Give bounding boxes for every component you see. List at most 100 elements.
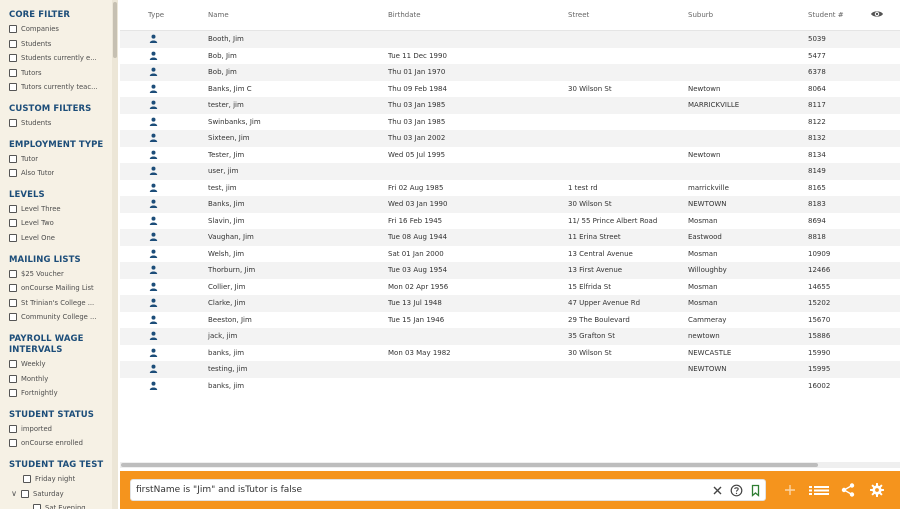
- table-row[interactable]: Tester, Jim Wed 05 Jul 1995 Newtown 8134: [120, 147, 900, 164]
- filter-option[interactable]: Students: [9, 117, 111, 129]
- horizontal-scrollbar[interactable]: [120, 462, 900, 468]
- table-row[interactable]: Banks, Jim C Thu 09 Feb 1984 30 Wilson St N…: [120, 81, 900, 98]
- filter-option[interactable]: St Trinian's College ...: [9, 297, 111, 309]
- name-cell: Thorburn, Jim: [208, 266, 256, 274]
- filter-checkbox[interactable]: [9, 313, 17, 322]
- table-row[interactable]: Collier, Jim Mon 02 Apr 1956 15 Elfrida St…: [120, 279, 900, 296]
- table-row[interactable]: Vaughan, Jim Tue 08 Aug 1944 11 Erina Stre…: [120, 229, 900, 246]
- filter-option[interactable]: Fortnightly: [9, 387, 111, 399]
- table-row[interactable]: banks, jim Mon 03 May 1982 30 Wilson St NEW…: [120, 345, 900, 362]
- column-header-street[interactable]: Street: [568, 11, 589, 19]
- sidebar-scrollbar[interactable]: [112, 0, 118, 509]
- filter-option[interactable]: Level Three: [9, 203, 111, 215]
- filter-option[interactable]: Friday night: [23, 473, 118, 485]
- column-header-birthdate[interactable]: Birthdate: [388, 11, 421, 19]
- filter-option[interactable]: Tutor: [9, 153, 111, 165]
- table-row[interactable]: testing, jim NEWTOWN 15995: [120, 361, 900, 378]
- filter-option[interactable]: onCourse enrolled: [9, 437, 111, 449]
- filter-option[interactable]: Level One: [9, 232, 111, 244]
- table-row[interactable]: banks, jim 16002: [120, 378, 900, 395]
- person-icon: [149, 348, 158, 357]
- bookmark-icon[interactable]: [749, 484, 762, 497]
- list-view-icon[interactable]: [808, 482, 830, 498]
- column-header-suburb[interactable]: Suburb: [688, 11, 713, 19]
- filter-checkbox[interactable]: [9, 68, 17, 77]
- filter-option[interactable]: Weekly: [9, 358, 111, 370]
- filter-checkbox[interactable]: [23, 475, 31, 483]
- filter-checkbox[interactable]: [9, 284, 17, 293]
- filter-option[interactable]: onCourse Mailing List: [9, 282, 111, 294]
- table-row[interactable]: Thorburn, Jim Tue 03 Aug 1954 13 First Ave…: [120, 262, 900, 279]
- filter-checkbox[interactable]: [9, 204, 17, 213]
- filter-checkbox[interactable]: [9, 169, 17, 178]
- filter-checkbox[interactable]: [9, 439, 17, 448]
- filter-checkbox[interactable]: [9, 119, 17, 127]
- eye-icon[interactable]: [870, 9, 884, 19]
- table-row[interactable]: jack, jim 35 Grafton St newtown 15886: [120, 328, 900, 345]
- suburb-cell: Cammeray: [688, 315, 727, 324]
- filter-option[interactable]: imported: [9, 423, 111, 435]
- filter-checkbox[interactable]: [9, 424, 17, 433]
- filter-checkbox[interactable]: [9, 83, 17, 92]
- person-icon: [149, 298, 158, 307]
- table-row[interactable]: Beeston, Jim Tue 15 Jan 1946 29 The Boulev…: [120, 312, 900, 329]
- table-row[interactable]: Clarke, Jim Tue 13 Jul 1948 47 Upper Avenu…: [120, 295, 900, 312]
- help-icon[interactable]: [730, 484, 743, 497]
- filter-option[interactable]: Students currently e...: [9, 52, 111, 64]
- settings-icon[interactable]: [869, 482, 885, 498]
- table-row[interactable]: Bob, Jim Thu 01 Jan 1970 6378: [120, 64, 900, 81]
- filter-checkbox[interactable]: [9, 39, 17, 48]
- filter-checkbox[interactable]: [9, 25, 17, 33]
- filter-option[interactable]: Monthly: [9, 373, 111, 385]
- table-row[interactable]: user, jim 8149: [120, 163, 900, 180]
- filter-section-heading: CUSTOM FILTERS: [9, 104, 92, 114]
- filter-checkbox[interactable]: [33, 504, 41, 509]
- filter-checkbox[interactable]: [9, 374, 17, 383]
- filter-option[interactable]: Also Tutor: [9, 167, 111, 179]
- table-row[interactable]: Sixteen, Jim Thu 03 Jan 2002 8132: [120, 130, 900, 147]
- filter-checkbox[interactable]: [9, 154, 17, 163]
- street-cell: 1 test rd: [568, 183, 598, 192]
- table-row[interactable]: Slavin, Jim Fri 16 Feb 1945 11/ 55 Prince …: [120, 213, 900, 230]
- street-cell: 30 Wilson St: [568, 348, 612, 357]
- filter-option[interactable]: Tutors: [9, 67, 111, 79]
- table-row[interactable]: Bob, Jim Tue 11 Dec 1990 5477: [120, 48, 900, 65]
- filter-checkbox[interactable]: [9, 269, 17, 278]
- sidebar-scrollbar-thumb[interactable]: [113, 2, 117, 58]
- table-row[interactable]: test, jim Fri 02 Aug 1985 1 test rd marrick…: [120, 180, 900, 197]
- column-header-name[interactable]: Name: [208, 11, 229, 19]
- add-icon[interactable]: [782, 482, 798, 498]
- filter-checkbox[interactable]: [9, 219, 17, 228]
- horizontal-scrollbar-thumb[interactable]: [121, 463, 818, 467]
- close-icon[interactable]: [711, 484, 724, 497]
- filter-checkbox[interactable]: [9, 298, 17, 307]
- table-row[interactable]: Swinbanks, Jim Thu 03 Jan 1985 8122: [120, 114, 900, 131]
- suburb-cell: Mosman: [688, 282, 718, 291]
- filter-option[interactable]: $25 Voucher: [9, 268, 111, 280]
- filter-checkbox[interactable]: [9, 360, 17, 368]
- filter-option[interactable]: Community College ...: [9, 311, 111, 323]
- name-cell: Tester, Jim: [208, 150, 245, 159]
- table-row[interactable]: Banks, Jim Wed 03 Jan 1990 30 Wilson St NEW…: [120, 196, 900, 213]
- share-icon[interactable]: [840, 482, 856, 498]
- filter-checkbox[interactable]: [9, 54, 17, 63]
- filter-checkbox[interactable]: [9, 234, 17, 242]
- filter-option[interactable]: Tutors currently teac...: [9, 81, 111, 93]
- table-row[interactable]: Booth, Jim 5039: [120, 31, 900, 48]
- search-query-text[interactable]: firstName is "Jim" and isTutor is false: [136, 485, 302, 495]
- person-icon: [149, 166, 158, 175]
- filter-option[interactable]: Companies: [9, 23, 111, 35]
- filter-option[interactable]: Sat Evening: [33, 502, 118, 509]
- column-header-type[interactable]: Type: [148, 11, 164, 19]
- column-header-student-number[interactable]: Student #: [808, 11, 844, 19]
- filter-checkbox[interactable]: [9, 389, 17, 398]
- table-row[interactable]: tester, jim Thu 03 Jan 1985 MARRICKVILLE 81…: [120, 97, 900, 114]
- filter-option[interactable]: Level Two: [9, 217, 111, 229]
- filter-checkbox[interactable]: [21, 489, 29, 498]
- search-query-field[interactable]: firstName is "Jim" and isTutor is false: [130, 479, 766, 501]
- table-row[interactable]: Welsh, Jim Sat 01 Jan 2000 13 Central Aven…: [120, 246, 900, 263]
- filter-option[interactable]: Students: [9, 38, 111, 50]
- chevron-down-icon[interactable]: ∨: [9, 489, 19, 498]
- filter-option[interactable]: ∨ Saturday: [9, 488, 111, 500]
- filter-option-label: Fortnightly: [21, 389, 58, 398]
